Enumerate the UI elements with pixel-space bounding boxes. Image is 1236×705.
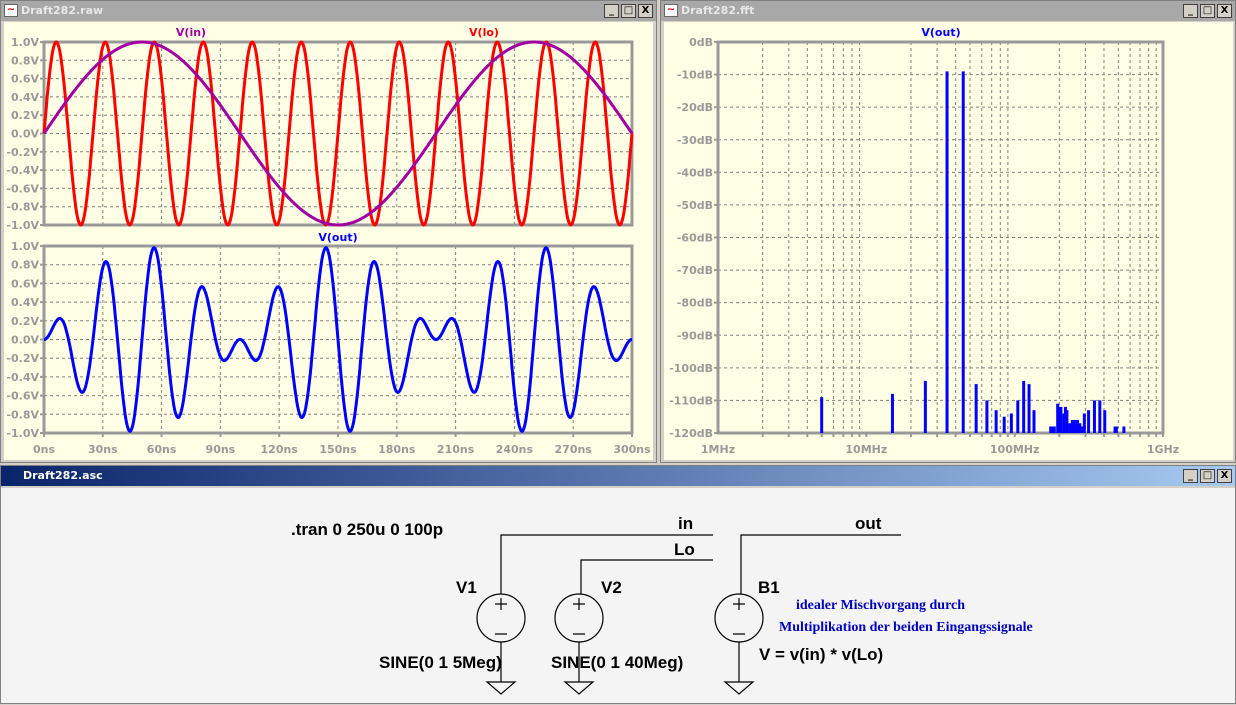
y-tick-label: -80dB [677, 297, 713, 310]
ground-icon [563, 681, 595, 695]
close-button[interactable]: X [1217, 469, 1232, 483]
legend-v-out: V(out) [318, 231, 357, 244]
y-tick-label: 0.4V [11, 296, 39, 309]
net-label-in[interactable]: in [678, 514, 693, 534]
x-tick-label: 300ns [613, 443, 651, 456]
y-tick-label: -120dB [669, 427, 713, 440]
ground-icon [485, 681, 517, 695]
v1-value[interactable]: SINE(0 1 5Meg) [379, 653, 502, 673]
y-tick-label: -0.6V [6, 390, 39, 403]
b1-name[interactable]: B1 [758, 578, 780, 598]
net-label-out[interactable]: out [855, 514, 881, 534]
y-tick-label: -20dB [677, 101, 713, 114]
y-tick-label: -0.4V [6, 164, 39, 177]
x-tick-label: 1MHz [701, 443, 735, 456]
y-tick-label: -30dB [677, 134, 713, 147]
v2-value[interactable]: SINE(0 1 40Meg) [551, 653, 683, 673]
title-bar[interactable]: Draft282.asc _ □ X [1, 466, 1235, 486]
v1-name[interactable]: V1 [456, 578, 477, 598]
y-tick-label: -100dB [669, 362, 713, 375]
x-tick-label: 60ns [147, 443, 177, 456]
x-tick-label: 1GHz [1147, 443, 1179, 456]
y-tick-label: -0.6V [6, 182, 39, 195]
tran-directive[interactable]: .tran 0 250u 0 100p [291, 520, 443, 540]
window-title: Draft282.asc [23, 469, 103, 482]
legend-v-out: V(out) [921, 26, 960, 39]
y-tick-label: 0.0V [11, 128, 39, 141]
y-tick-label: -0.2V [6, 146, 39, 159]
legend-v-lo: V(lo) [469, 26, 499, 39]
x-tick-label: 240ns [496, 443, 534, 456]
b1-value[interactable]: V = v(in) * v(Lo) [759, 645, 883, 665]
x-tick-label: 90ns [206, 443, 236, 456]
y-tick-label: -70dB [677, 264, 713, 277]
y-tick-label: -1.0V [6, 219, 39, 232]
fft-window: ~ Draft282.fft _ □ X 0dB -10dB -20dB -30dB -40d… [660, 0, 1236, 463]
x-tick-label: 0ns [33, 443, 55, 456]
legend-v-in: V(in) [176, 26, 206, 39]
x-tick-label: 120ns [261, 443, 299, 456]
y-tick-label: -0.4V [6, 371, 39, 384]
x-tick-label: 270ns [555, 443, 593, 456]
y-tick-label: 0.8V [11, 259, 39, 272]
waveform-window: ~ Draft282.raw _ □ X 1.0V 0.8V 0.6V 0.4V 0.2V 0.… [0, 0, 657, 463]
y-tick-label: 0.2V [11, 315, 39, 328]
y-tick-label: -60dB [677, 232, 713, 245]
y-tick-label: 0dB [689, 36, 713, 49]
y-tick-label: 1.0V [11, 36, 39, 49]
v2-name[interactable]: V2 [601, 578, 622, 598]
net-label-lo[interactable]: Lo [674, 540, 695, 560]
y-tick-label: 1.0V [11, 240, 39, 253]
comment-line-2[interactable]: Multiplikation der beiden Eingangssignal… [779, 620, 1033, 636]
schematic-canvas[interactable]: .tran 0 250u 0 100p in Lo out V1 V2 B1 S… [1, 488, 1235, 703]
x-tick-label: 30ns [88, 443, 118, 456]
y-tick-label: 0.4V [11, 91, 39, 104]
y-tick-label: -0.2V [6, 352, 39, 365]
y-tick-label: 0.6V [11, 277, 39, 290]
x-tick-label: 150ns [319, 443, 357, 456]
x-tick-label: 210ns [437, 443, 475, 456]
y-tick-label: -40dB [677, 166, 713, 179]
y-tick-label: -50dB [677, 199, 713, 212]
y-tick-label: -1.0V [6, 427, 39, 440]
y-tick-label: -0.8V [6, 201, 39, 214]
waveform-plots: 1.0V 0.8V 0.6V 0.4V 0.2V 0.0V -0.2V -0.4V -0.6V -… [6, 26, 651, 456]
minimize-button[interactable]: _ [1183, 469, 1198, 483]
x-tick-label: 10MHz [845, 443, 887, 456]
y-tick-label: -90dB [677, 329, 713, 342]
y-tick-label: 0.8V [11, 54, 39, 67]
fft-plot: 0dB -10dB -20dB -30dB -40dB -50dB -60dB -70dB -8… [669, 26, 1179, 456]
x-tick-label: 180ns [378, 443, 416, 456]
x-tick-label: 100MHz [990, 443, 1040, 456]
y-tick-label: 0.6V [11, 73, 39, 86]
y-tick-label: -10dB [677, 69, 713, 82]
ground-icon [723, 681, 755, 695]
comment-line-1[interactable]: idealer Mischvorgang durch [796, 598, 965, 614]
y-tick-label: -110dB [669, 394, 713, 407]
y-tick-label: 0.0V [11, 334, 39, 347]
y-tick-label: -0.8V [6, 408, 39, 421]
schematic-window: Draft282.asc _ □ X .tran 0 250u 0 100p in … [0, 465, 1236, 704]
y-tick-label: 0.2V [11, 109, 39, 122]
maximize-button[interactable]: □ [1200, 469, 1215, 483]
